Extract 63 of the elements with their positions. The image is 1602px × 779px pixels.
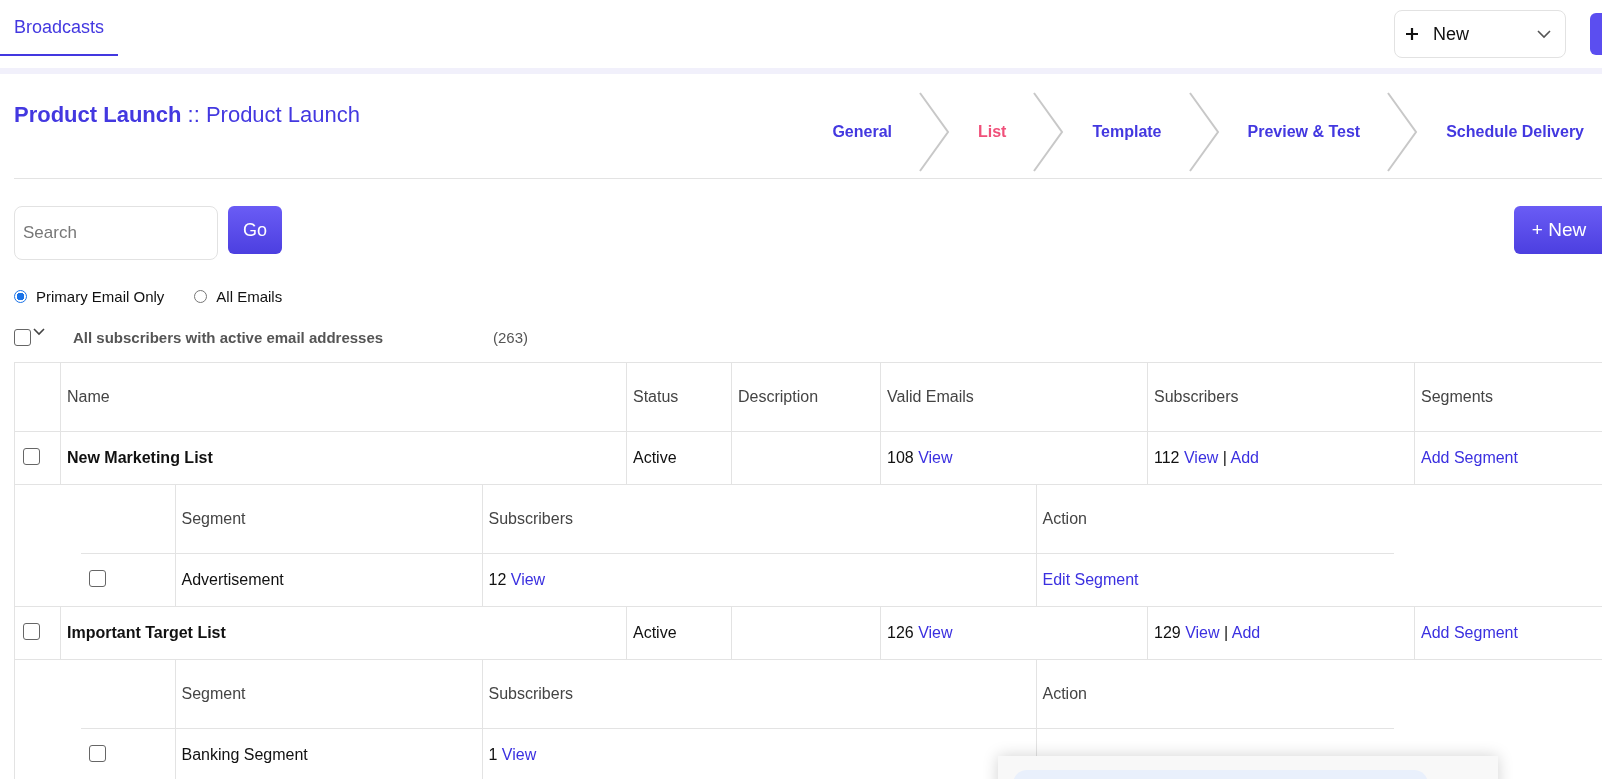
view-link[interactable]: View [918,449,953,466]
go-button[interactable]: Go [228,206,282,254]
column-header: Valid Emails [880,362,1148,432]
search-field[interactable]: Search [14,206,218,260]
segment-name: Advertisement [181,571,284,588]
column-header: Action [1036,485,1394,554]
column-header: Segment [175,660,482,729]
column-header: Action [1036,660,1394,729]
subscriber-count: 129 [1154,624,1181,641]
status-text: Active [633,449,677,466]
view-link[interactable]: View [501,746,537,763]
separator: | [1222,449,1227,466]
column-header: Status [626,362,732,432]
subscriber-count: 12 [488,571,507,588]
column-header: Subscribers [1147,362,1415,432]
subscriber-count: 1 [488,746,498,763]
status-text: Active [633,624,677,641]
radio-label: All Emails [216,287,283,305]
broadcasts-tab[interactable]: Broadcasts [0,0,119,56]
page-title: Product Launch :: Product Launch [14,102,360,128]
chevron-divider-icon [1187,92,1222,172]
list-name: Important Target List [67,624,226,641]
chevron-down-icon [1537,29,1551,39]
column-header: Description [731,362,881,432]
radio-label: Primary Email Only [36,287,165,305]
email-count: 126 [887,624,914,641]
row-checkbox[interactable] [23,622,40,640]
view-link[interactable]: View [918,624,953,641]
column-header: Subscribers [482,660,1036,729]
row-checkbox[interactable] [23,447,40,465]
subscriber-count: 112 [1154,449,1180,466]
toolbar-button[interactable] [1590,13,1602,55]
new-button[interactable]: + New [1514,206,1602,254]
segment-name: Banking Segment [181,746,308,763]
wizard-step[interactable]: General [806,123,918,141]
wizard-step[interactable]: Preview & Test [1221,123,1387,141]
view-link[interactable]: View [510,571,546,588]
subscriber-count: (263) [493,328,529,346]
list-name: New Marketing List [67,449,213,466]
radio-button[interactable] [14,289,27,303]
segment-checkbox[interactable] [89,569,106,587]
column-header: Segment [175,485,482,554]
add-segment-link[interactable]: Add Segment [1421,624,1518,641]
wizard-step[interactable]: Schedule Delivery [1420,123,1602,141]
add-link[interactable]: Add [1230,449,1259,466]
view-link[interactable]: View [1183,449,1219,466]
separator: | [1224,624,1229,641]
new-dropdown[interactable]: New [1394,10,1566,58]
caret-icon[interactable] [33,328,45,336]
column-header: Segments [1414,362,1602,432]
view-link[interactable]: View [1185,624,1220,641]
column-header: Subscribers [482,485,1036,554]
plus-icon [1405,27,1419,41]
select-all-checkbox[interactable] [14,328,31,346]
add-link[interactable]: Add [1231,624,1261,641]
add-segment-link[interactable]: Add Segment [1421,449,1518,466]
subscribers-summary: All subscribers with active email addresses [73,328,385,346]
chevron-divider-icon [918,92,952,172]
column-header: Name [60,362,627,432]
edit-segment-link[interactable]: Edit Segment [1042,571,1139,588]
segment-checkbox[interactable] [89,744,106,762]
wizard-step[interactable]: Template [1066,123,1188,141]
email-count: 108 [887,449,914,466]
